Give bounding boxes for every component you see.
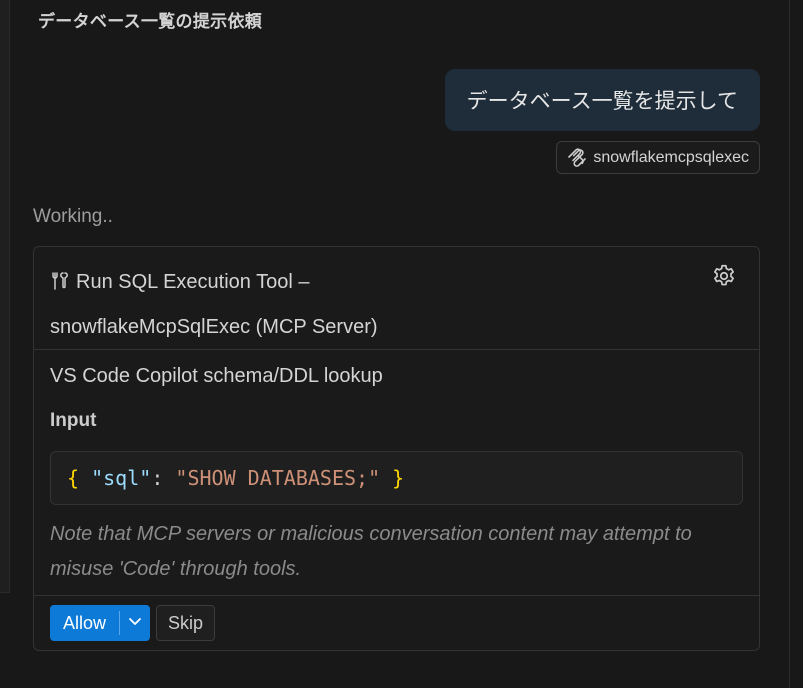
status-text: Working.. [33, 206, 113, 227]
mcp-server-icon [565, 146, 589, 170]
context-reference-label: snowflakemcpsqlexec [593, 148, 749, 166]
code-key: "sql" [91, 466, 152, 490]
chat-title: データベース一覧の提示依頼 [38, 12, 263, 31]
chat-panel: データベース一覧の提示依頼 データベース一覧を提示して snowflakemcp… [0, 0, 803, 688]
tool-title-line2: snowflakeMcpSqlExec (MCP Server) [50, 316, 378, 338]
allow-button-group: Allow [50, 605, 150, 641]
user-message-text: データベース一覧を提示して [466, 90, 738, 113]
tool-title-line1: Run SQL Execution Tool – [76, 271, 310, 293]
left-panel-notch [0, 592, 10, 688]
tools-icon [50, 264, 70, 306]
input-label: Input [50, 410, 97, 431]
gear-icon[interactable] [711, 263, 737, 289]
left-panel-edge [0, 0, 10, 688]
code-open-brace: { [67, 466, 80, 490]
tool-title: Run SQL Execution Tool – snowflakeMcpSql… [50, 261, 650, 348]
tool-description: VS Code Copilot schema/DDL lookup [50, 365, 383, 387]
tool-input-code: { "sql": "SHOW DATABASES;" } [50, 451, 743, 505]
tool-card-header: Run SQL Execution Tool – snowflakeMcpSql… [34, 247, 759, 350]
allow-button[interactable]: Allow [50, 605, 119, 641]
code-value: "SHOW DATABASES;" [175, 466, 381, 490]
tool-confirmation-card: Run SQL Execution Tool – snowflakeMcpSql… [33, 246, 760, 651]
tool-actions: Allow Skip [34, 595, 759, 651]
skip-button[interactable]: Skip [156, 605, 215, 641]
security-note: Note that MCP servers or malicious conve… [50, 523, 692, 580]
scrollbar-track[interactable] [789, 0, 803, 688]
user-message-bubble: データベース一覧を提示して [444, 69, 760, 131]
code-close-brace: } [392, 466, 405, 490]
code-colon: : [151, 466, 164, 490]
chevron-down-icon [127, 613, 143, 634]
context-reference-chip[interactable]: snowflakemcpsqlexec [556, 141, 760, 174]
allow-dropdown-button[interactable] [120, 605, 150, 641]
